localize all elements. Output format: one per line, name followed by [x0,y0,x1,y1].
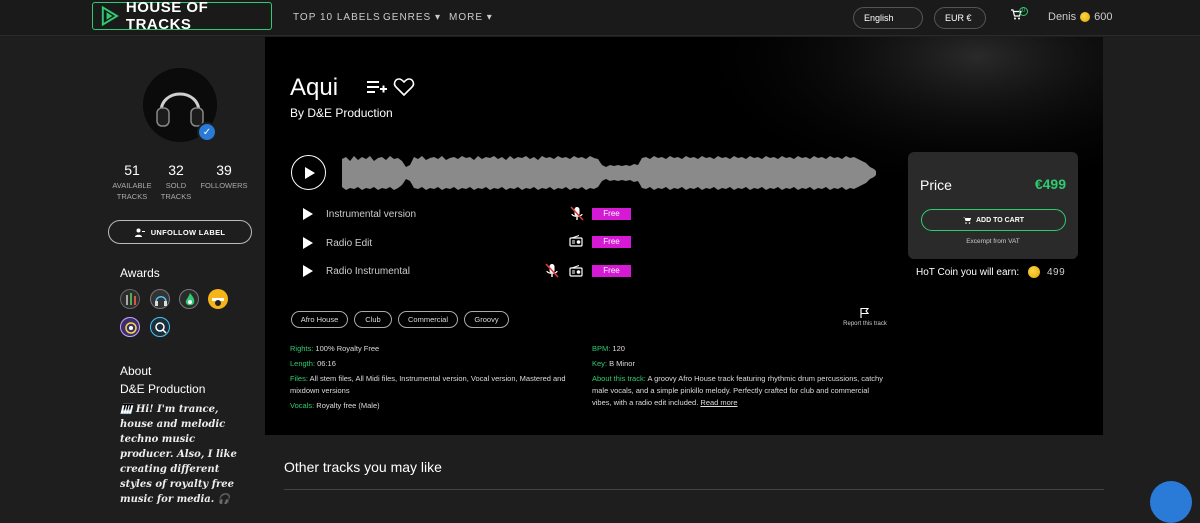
version-label: Instrumental version [326,208,417,220]
detail-value: 120 [610,344,625,353]
nav-top-10-labels[interactable]: TOP 10 LABELS [293,12,381,23]
genre-tag[interactable]: Afro House [291,311,348,328]
version-row[interactable]: Radio Instrumental [302,263,410,279]
version-label: Radio Edit [326,237,373,249]
currency-select[interactable]: EUR € [934,7,986,29]
detail-value: Royalty free (Male) [314,401,380,410]
price-value: €499 [1034,176,1066,192]
award-search-icon[interactable] [150,317,170,337]
track-details-right: BPM: 120 Key: B Minor About this track: … [592,343,887,409]
award-medal-icon[interactable] [120,317,140,337]
award-headphones-icon[interactable] [150,289,170,309]
nav-genres[interactable]: GENRES ▾ [383,12,441,23]
user-minus-icon [134,228,145,237]
microphone-slash-icon [545,263,559,278]
award-dj-icon[interactable] [208,289,228,309]
add-to-playlist-icon[interactable] [366,78,388,96]
genre-tag[interactable]: Groovy [464,311,509,328]
detail-key: Rights: [290,344,314,353]
version-label: Radio Instrumental [326,265,410,277]
price-card: Price €499 ADD TO CART Excempt from VAT [908,152,1078,259]
about-heading: About D&E Production [120,362,205,398]
radio-icon [569,235,583,247]
label-bio: 🎹 Hi! I'm trance, house and melodic tech… [120,404,237,505]
track-details-left: Rights: 100% Royalty Free Length: 06:16 … [290,343,575,412]
about-label-name: D&E Production [120,382,206,396]
detail-key: Vocals: [290,401,315,410]
cart-count-badge: 0 [1019,7,1028,16]
about-title: About [120,364,152,378]
detail-key: Key: [592,359,608,368]
logo-text: HOUSE OF TRACKS [125,0,209,33]
logo-play-icon [101,5,119,27]
detail-key: BPM: [592,344,611,353]
microphone-slash-icon [570,206,584,221]
top-navbar: HOUSE OF TRACKS TOP 10 LABELS GENRES ▾ M… [0,0,1200,36]
detail-key: Length: [290,359,316,368]
award-flame-icon[interactable] [179,289,199,309]
stat-followers: 39 FOLLOWERS [194,162,254,191]
report-track-button[interactable]: Report this track [840,307,890,327]
heart-icon[interactable] [393,77,415,97]
detail-value: 100% Royalty Free [313,344,380,353]
coin-icon [1080,12,1091,22]
awards-heading: Awards [120,266,160,280]
genre-tag[interactable]: Club [354,311,392,328]
version-row[interactable]: Instrumental version [302,206,416,222]
unfollow-label-text: UNFOLLOW LABEL [150,227,226,237]
language-value: English [864,13,894,23]
play-icon [304,166,315,179]
read-more-link[interactable]: Read more [700,398,737,407]
radio-icon [569,265,583,277]
play-icon[interactable] [302,207,314,221]
chat-button[interactable] [1150,481,1192,523]
stat-label: FOLLOWERS [200,181,248,190]
add-to-cart-button[interactable]: ADD TO CART [921,209,1066,231]
detail-value: B Minor [607,359,635,368]
price-label: Price [920,177,952,193]
free-badge[interactable]: Free [592,265,631,277]
waveform[interactable] [340,153,880,193]
coin-icon [1028,266,1040,278]
divider [284,489,1104,490]
report-track-label: Report this track [843,321,887,327]
detail-value: 06:16 [315,359,336,368]
vat-note: Excempt from VAT [966,238,1020,245]
verified-badge-icon: ✓ [197,122,217,142]
coins-earn-value: 499 [1047,267,1066,278]
play-icon[interactable] [302,236,314,250]
flag-icon [860,307,870,318]
coins-earn-label: HoT Coin you will earn: [916,267,1020,278]
genre-tag[interactable]: Commercial [398,311,458,328]
language-select[interactable]: English [853,7,923,29]
award-equalizer-icon[interactable] [120,289,140,309]
track-title: Aqui [290,74,339,101]
user-menu[interactable]: Denis 600 [1048,11,1112,23]
main-play-button[interactable] [291,155,326,190]
track-artist[interactable]: By D&E Production [290,106,393,120]
unfollow-label-button[interactable]: UNFOLLOW LABEL [108,220,252,244]
site-logo[interactable]: HOUSE OF TRACKS [92,0,272,33]
cart-icon [962,217,972,224]
stat-value: 39 [216,162,232,178]
nav-more[interactable]: MORE ▾ [449,12,493,23]
add-to-cart-label: ADD TO CART [975,216,1025,224]
free-badge[interactable]: Free [592,208,631,220]
detail-key: Files: [290,374,308,383]
user-name: Denis [1048,11,1077,23]
version-row[interactable]: Radio Edit [302,235,372,251]
free-badge[interactable]: Free [592,236,631,248]
play-icon[interactable] [302,264,314,278]
currency-value: EUR € [945,13,972,23]
related-tracks-heading: Other tracks you may like [284,459,442,475]
detail-key: About this track: [592,374,646,383]
detail-value: All stem files, All Midi files, Instrume… [290,374,566,395]
user-coin-balance: 600 [1094,11,1113,23]
